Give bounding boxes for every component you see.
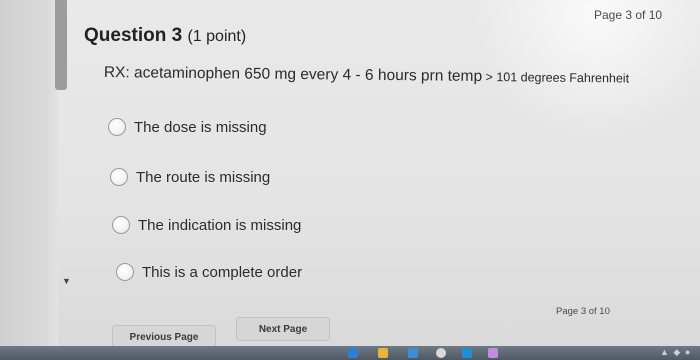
app-icon[interactable] <box>488 348 498 358</box>
answer-option-3[interactable]: The indication is missing <box>112 216 301 234</box>
answer-option-4[interactable]: This is a complete order <box>116 263 302 281</box>
radio-button[interactable] <box>116 263 134 281</box>
store-icon[interactable] <box>408 348 418 358</box>
page-indicator-top: Page 3 of 10 <box>594 8 663 22</box>
next-page-button[interactable]: Next Page <box>236 317 330 341</box>
folder-icon[interactable] <box>378 348 388 358</box>
answer-option-2[interactable]: The route is missing <box>110 168 270 186</box>
answer-option-1[interactable]: The dose is missing <box>108 118 267 136</box>
left-margin <box>0 0 58 360</box>
scroll-down-icon[interactable]: ▼ <box>62 276 71 286</box>
scrollbar-thumb[interactable] <box>55 0 67 90</box>
taskbar: ▲ ◆ ● <box>0 346 700 360</box>
app-icon[interactable] <box>462 348 472 358</box>
question-points: (1 point) <box>187 28 247 45</box>
question-text-tail: > 101 degrees Fahrenheit <box>482 69 630 86</box>
system-tray-icon[interactable]: ▲ ◆ ● <box>660 347 691 358</box>
answer-option-label: This is a complete order <box>142 263 303 281</box>
question-text: RX: acetaminophen 650 mg every 4 - 6 hou… <box>104 64 629 87</box>
page-indicator-bottom: Page 3 of 10 <box>556 306 610 317</box>
answer-option-label: The dose is missing <box>134 118 267 136</box>
chrome-icon[interactable] <box>436 348 446 358</box>
browser-icon[interactable] <box>348 348 358 358</box>
radio-button[interactable] <box>108 118 126 136</box>
answer-option-label: The route is missing <box>136 168 271 186</box>
answer-option-label: The indication is missing <box>138 216 302 234</box>
question-title: Question 3 (1 point) <box>84 25 246 47</box>
radio-button[interactable] <box>112 216 130 234</box>
question-text-main: RX: acetaminophen 650 mg every 4 - 6 hou… <box>103 64 483 85</box>
question-number: Question 3 <box>84 25 183 46</box>
radio-button[interactable] <box>110 168 128 186</box>
